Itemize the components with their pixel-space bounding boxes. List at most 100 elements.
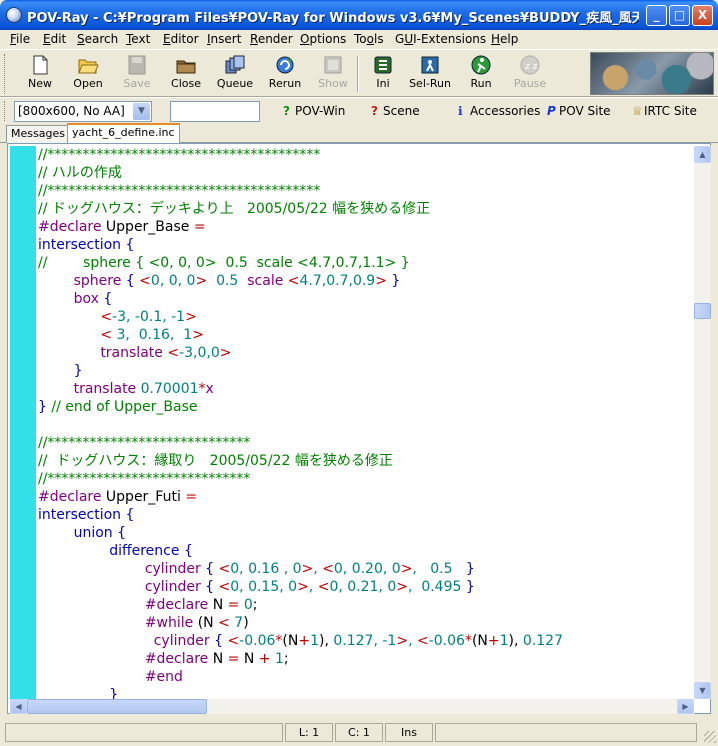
scroll-left-button[interactable]: ◀ (10, 699, 27, 714)
run-button[interactable]: Run (458, 52, 504, 96)
code-line[interactable]: cylinder { <0, 0.15, 0>, <0, 0.21, 0>, 0… (38, 578, 475, 596)
code-line[interactable]: //***************************** (38, 470, 250, 488)
code-line[interactable]: //***************************** (38, 434, 250, 452)
scroll-down-button[interactable]: ▼ (694, 682, 711, 699)
menu-tools[interactable]: Tools (354, 32, 384, 46)
code-token: -3, -0.1, -1 (112, 309, 186, 325)
code-line[interactable]: // ドッグハウス：縁取り 2005/05/22 幅を狭める修正 (38, 452, 393, 470)
horizontal-scroll-thumb[interactable] (27, 699, 207, 714)
code-line[interactable]: } // end of Upper_Base (38, 398, 198, 416)
code-line[interactable]: #declare Upper_Base = (38, 218, 206, 236)
code-token: //***************************** (38, 435, 251, 451)
code-token: { (117, 525, 127, 541)
code-line[interactable]: //**************************************… (38, 146, 320, 164)
code-token: cylinder (144, 561, 201, 577)
code-line[interactable]: intersection { (38, 236, 134, 254)
title-bar: POV-Ray - C:¥Program Files¥POV-Ray for W… (0, 0, 718, 30)
code-line[interactable]: < 3, 0.16, 1> (38, 326, 204, 344)
minimize-button[interactable]: _ (646, 5, 667, 26)
rerun-button[interactable]: Rerun (262, 52, 308, 96)
code-line[interactable]: #declare N = 0; (38, 596, 258, 614)
menu-text[interactable]: Text (126, 32, 150, 46)
horizontal-scrollbar[interactable]: ◀ ▶ (10, 699, 694, 714)
close-file-button[interactable]: Close (163, 52, 209, 96)
irtc-site-link[interactable]: ♕IRTC Site (632, 104, 697, 118)
maximize-button[interactable]: □ (669, 5, 690, 26)
info-icon: ℹ (458, 104, 463, 118)
menu-gui-extensions[interactable]: GUI-Extensions (395, 32, 486, 46)
pause-button[interactable]: z z Pause (507, 52, 553, 96)
code-line[interactable]: cylinder { <-0.06*(N+1), 0.127, -1>, <-0… (38, 632, 563, 650)
new-button[interactable]: New (17, 52, 63, 96)
menu-search[interactable]: Search (77, 32, 118, 46)
code-line[interactable]: } (38, 686, 118, 699)
toolbar-grip-2[interactable] (4, 101, 7, 121)
code-line[interactable]: intersection { (38, 506, 134, 524)
close-button[interactable]: X (692, 5, 713, 26)
save-button[interactable]: Save (114, 52, 160, 96)
menu-render[interactable]: Render (250, 32, 293, 46)
tab-yacht-6-define[interactable]: yacht_6_define.inc (67, 123, 180, 144)
scroll-up-button[interactable]: ▲ (694, 146, 711, 163)
code-token: box (73, 291, 99, 307)
menu-edit[interactable]: Edit (43, 32, 66, 46)
code-line[interactable]: box { (38, 290, 113, 308)
code-line[interactable]: } (38, 362, 83, 380)
code-editor[interactable]: //**************************************… (7, 143, 711, 714)
vertical-scroll-thumb[interactable] (694, 303, 711, 319)
code-token: #declare (38, 219, 102, 235)
code-line[interactable]: #while (N < 7) (38, 614, 249, 632)
toolbar-grip[interactable] (4, 54, 7, 94)
svg-text:z z: z z (525, 62, 538, 72)
resize-grip[interactable] (704, 731, 716, 743)
code-line[interactable]: // ハルの作成 (38, 164, 122, 182)
code-line[interactable]: difference { (38, 542, 193, 560)
menu-help[interactable]: Help (491, 32, 518, 46)
code-line[interactable]: translate <-3,0,0> (38, 344, 231, 362)
code-line[interactable]: #end (38, 668, 183, 686)
code-line[interactable]: #declare Upper_Futi = (38, 488, 197, 506)
povray-app-icon[interactable] (6, 7, 22, 23)
pov-site-link[interactable]: P POV Site (547, 104, 611, 118)
code-token: > (301, 561, 314, 577)
menu-options[interactable]: Options (300, 32, 346, 46)
code-token: = (193, 219, 206, 235)
code-token: // ドッグハウス：デッキより上 2005/05/22 幅を狭める修正 (38, 201, 431, 217)
ini-button[interactable]: Ini (360, 52, 406, 96)
pov-win-link[interactable]: ? POV-Win (283, 104, 345, 118)
code-token: > (396, 633, 409, 649)
resolution-select[interactable]: [800x600, No AA] ▼ (14, 101, 152, 122)
code-line[interactable]: translate 0.70001*x (38, 380, 214, 398)
scroll-right-button[interactable]: ▶ (677, 699, 694, 714)
code-token: ) (243, 615, 249, 631)
code-line[interactable]: // sphere { <0, 0, 0> 0.5 scale <4.7,0.7… (38, 254, 410, 272)
code-line[interactable]: sphere { <0, 0, 0> 0.5 scale <4.7,0.7,0.… (38, 272, 401, 290)
menu-editor[interactable]: Editor (163, 32, 199, 46)
scene-link[interactable]: ? Scene (371, 104, 420, 118)
accessories-link[interactable]: ℹ Accessories (458, 104, 540, 118)
code-line[interactable]: //**************************************… (38, 182, 320, 200)
menu-file[interactable]: File (10, 32, 30, 46)
code-line[interactable]: cylinder { <0, 0.16 , 0>, <0, 0.20, 0>, … (38, 560, 475, 578)
code-line[interactable]: union { (38, 524, 126, 542)
chevron-down-icon[interactable]: ▼ (133, 103, 150, 120)
queue-button[interactable]: Queue (212, 52, 258, 96)
command-input[interactable] (170, 101, 260, 122)
menu-insert[interactable]: Insert (207, 32, 241, 46)
code-token: , 0.495 (407, 579, 466, 595)
code-area[interactable]: //**************************************… (38, 146, 693, 699)
code-line[interactable]: #declare N = N + 1; (38, 650, 289, 668)
tab-messages[interactable]: Messages (6, 125, 70, 143)
code-line[interactable]: <-3, -0.1, -1> (38, 308, 197, 326)
code-line[interactable]: // ドッグハウス：デッキより上 2005/05/22 幅を狭める修正 (38, 200, 430, 218)
show-button[interactable]: Show (310, 52, 356, 96)
sel-run-button[interactable]: Sel-Run (407, 52, 453, 96)
open-button[interactable]: Open (65, 52, 111, 96)
vertical-scrollbar[interactable]: ▲ ▼ (694, 146, 711, 699)
code-token: #while (144, 615, 194, 631)
